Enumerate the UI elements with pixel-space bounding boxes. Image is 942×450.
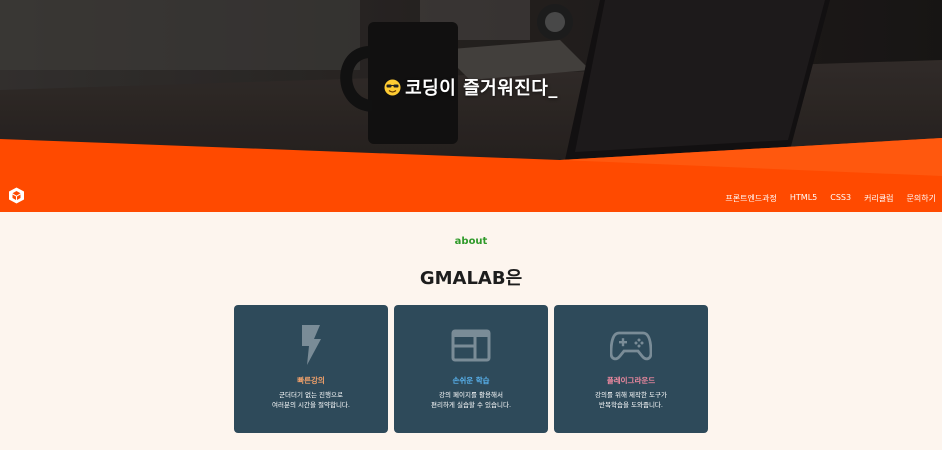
- nav-item-css3[interactable]: CSS3: [830, 193, 851, 204]
- orange-header-band: [0, 138, 942, 212]
- gamepad-icon: [554, 325, 708, 365]
- section-eyebrow: about: [454, 236, 488, 247]
- section-title: GMALAB은: [419, 268, 523, 289]
- card-title: 빠른강의: [297, 376, 325, 385]
- feature-card-playground[interactable]: 플레이그라운드 강의를 위해 제작한 도구가 반복학습을 도와줍니다.: [554, 305, 708, 433]
- nav-item-curriculum[interactable]: 커리큘럼: [864, 193, 893, 204]
- feature-cards: 빠른강의 군더더기 없는 진행으로 여러분의 시간을 절약합니다. 손쉬운 학습…: [234, 305, 708, 433]
- nav-item-frontend[interactable]: 프론트엔드과정: [725, 193, 777, 204]
- feature-card-easy-learning[interactable]: 손쉬운 학습 강의 페이지를 활용해서 편리하게 실습할 수 있습니다.: [394, 305, 548, 433]
- card-title: 손쉬운 학습: [452, 376, 490, 385]
- layout-window-icon: [394, 325, 548, 365]
- card-description: 강의를 위해 제작한 도구가 반복학습을 도와줍니다.: [595, 391, 667, 409]
- nav-item-html5[interactable]: HTML5: [790, 193, 817, 204]
- hero-banner: 코딩이 즐거워진다_ 프론트엔드과정 HTML5 CSS3 커리큘럼 문의하기: [0, 0, 942, 212]
- nav-item-contact[interactable]: 문의하기: [907, 193, 936, 204]
- card-description: 강의 페이지를 활용해서 편리하게 실습할 수 있습니다.: [430, 391, 512, 409]
- unity-cube-logo-icon[interactable]: [8, 187, 25, 204]
- main-nav: 프론트엔드과정 HTML5 CSS3 커리큘럼 문의하기: [725, 193, 936, 204]
- lightning-bolt-icon: [234, 325, 388, 365]
- feature-card-fast-lecture[interactable]: 빠른강의 군더더기 없는 진행으로 여러분의 시간을 절약합니다.: [234, 305, 388, 433]
- card-description: 군더더기 없는 진행으로 여러분의 시간을 절약합니다.: [272, 391, 350, 409]
- card-title: 플레이그라운드: [606, 376, 656, 385]
